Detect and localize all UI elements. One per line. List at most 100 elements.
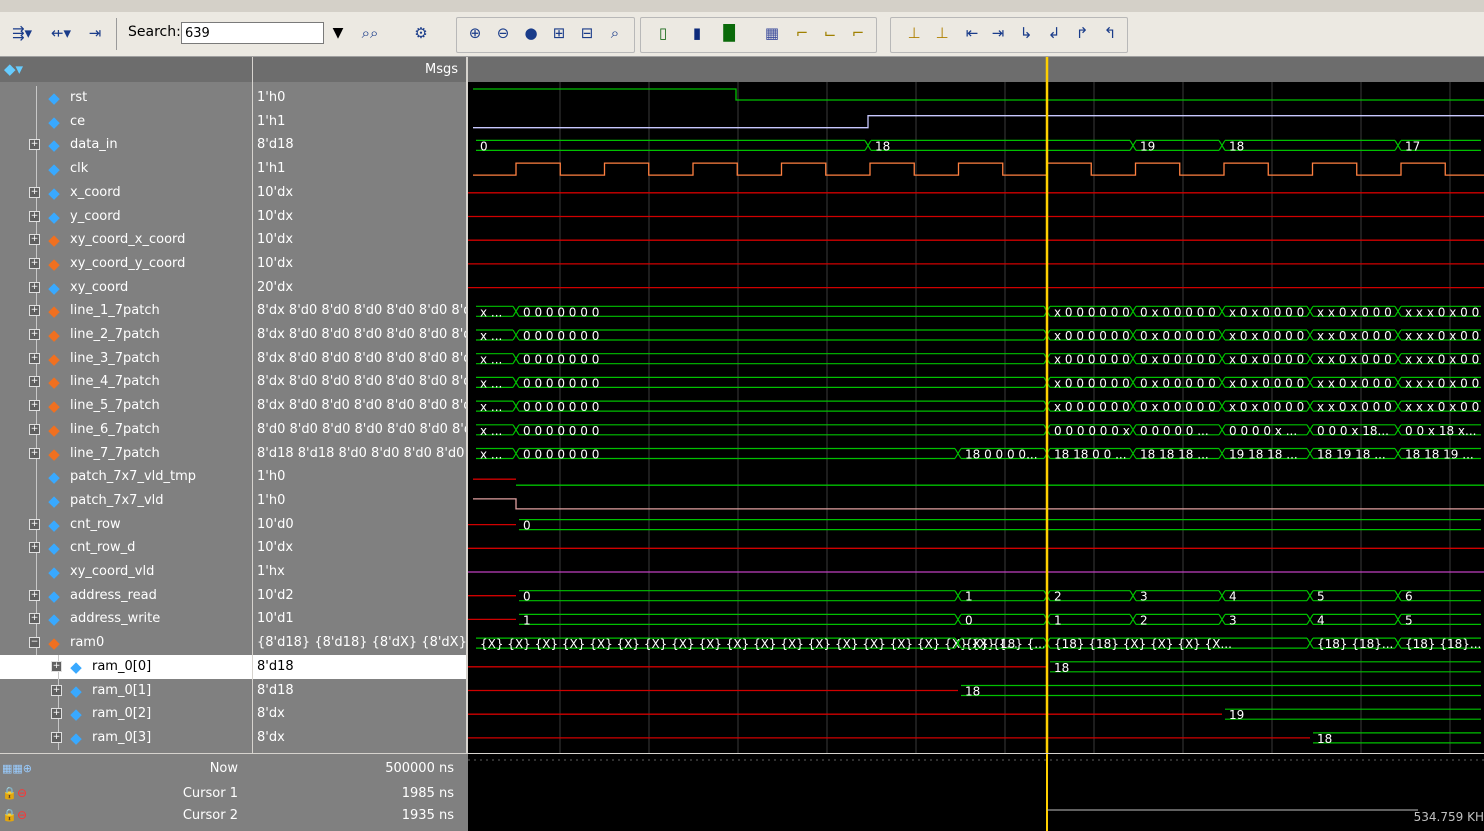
waveform-pane[interactable]: 0 18 19 18 17 x ... 0 0 0 0 0 0 0 x 0 0 0 0 0 0… [468, 57, 1484, 753]
signal-value-row[interactable]: 8'dx [253, 726, 466, 750]
signal-row[interactable]: + ◆ data_in [0, 133, 252, 158]
expand-icon[interactable]: + [29, 589, 40, 601]
step-out-icon[interactable]: ⇷▾ [44, 21, 78, 45]
signal-value-row[interactable]: 10'dx [253, 205, 466, 229]
expand-icon[interactable]: + [51, 708, 62, 720]
signal-value-row[interactable]: 1'h0 [253, 465, 466, 489]
prev-falling-icon[interactable]: ↳ [1014, 21, 1038, 45]
expand-icon[interactable]: + [29, 257, 40, 269]
signal-value-row[interactable]: 1'h1 [253, 110, 466, 134]
signal-value-row[interactable]: 8'd18 8'd18 8'd0 8'd0 8'd0 8'd0 8... [253, 442, 466, 466]
wave-background-icon[interactable]: █ [716, 21, 742, 45]
zoom-out-icon[interactable]: ⊖ [490, 21, 516, 45]
expand-icon[interactable]: + [29, 447, 40, 459]
expand-icon[interactable]: + [51, 684, 62, 696]
signal-row[interactable]: + ◆ ram_0[1] [0, 678, 252, 703]
signal-value-row[interactable]: 8'dx 8'd0 8'd0 8'd0 8'd0 8'd0 8'd0 [253, 394, 466, 418]
signal-value-row[interactable]: 1'h0 [253, 86, 466, 110]
signal-value-row[interactable]: 10'dx [253, 252, 466, 276]
signal-row[interactable]: + ◆ xy_coord_x_coord [0, 228, 252, 253]
signal-row[interactable]: ◆ patch_7x7_vld [0, 488, 252, 513]
insert-cursor-icon[interactable]: ▮ [684, 21, 710, 45]
signal-row[interactable]: + ◆ cnt_row [0, 512, 252, 537]
signal-value-row[interactable]: 20'dx [253, 276, 466, 300]
signal-value-row[interactable]: 1'h1 [253, 157, 466, 181]
wave-toolbar-icon[interactable]: ◆▾ [4, 60, 23, 78]
signal-row[interactable]: ◆ clk [0, 157, 252, 182]
signal-row[interactable]: ◆ xy_coord_vld [0, 560, 252, 584]
signal-row[interactable]: − ◆ ram0 [0, 631, 252, 656]
search-input[interactable]: 639 [181, 22, 324, 44]
next-transition-icon[interactable]: ⇥ [986, 21, 1010, 45]
signal-value-row[interactable]: 8'dx 8'd0 8'd0 8'd0 8'd0 8'd0 8'd0 [253, 347, 466, 371]
signal-row[interactable]: ◆ ce [0, 109, 252, 134]
signal-row[interactable]: + ◆ ram_0[3] [0, 725, 252, 750]
signal-row[interactable]: + ◆ ram_0[2] [0, 702, 252, 727]
expand-icon[interactable]: + [29, 376, 40, 388]
signal-value-row[interactable]: 10'd1 [253, 607, 466, 631]
expand-icon[interactable]: + [29, 234, 40, 246]
next-edge-icon[interactable]: ⊥ [930, 21, 954, 45]
edge-rise-icon[interactable]: ⌐ [790, 21, 814, 45]
signal-value-row[interactable]: 10'd0 [253, 513, 466, 537]
signal-value-row[interactable]: 8'd0 8'd0 8'd0 8'd0 8'd0 8'd0 8'dx [253, 418, 466, 442]
cursor-icon[interactable]: ▯ [650, 21, 676, 45]
signal-value-row[interactable]: 8'dx 8'd0 8'd0 8'd0 8'd0 8'd0 8'd0 [253, 299, 466, 323]
edge-any-icon[interactable]: ⌐ [846, 21, 870, 45]
signal-value-row[interactable]: 10'dx [253, 228, 466, 252]
expand-icon[interactable]: + [29, 186, 40, 198]
expand-icon[interactable]: + [29, 400, 40, 412]
signal-row[interactable]: + ◆ xy_coord_y_coord [0, 251, 252, 276]
signal-value-row[interactable]: 1'hx [253, 560, 466, 584]
signal-value-row[interactable]: 8'dx 8'd0 8'd0 8'd0 8'd0 8'd0 8'd0 [253, 323, 466, 347]
expand-icon[interactable]: + [29, 210, 40, 222]
signal-row[interactable]: + ◆ line_3_7patch [0, 346, 252, 371]
signal-row[interactable]: + ◆ ram_0[0] [0, 654, 252, 679]
cursor1-lock-icon[interactable]: 🔒⊖ [2, 786, 27, 800]
signal-value-row[interactable]: 1'h0 [253, 489, 466, 513]
zoom-find-icon[interactable]: ⌕ [602, 21, 628, 45]
expand-icon[interactable]: + [51, 660, 62, 672]
signal-value-row[interactable]: 8'dx 8'd0 8'd0 8'd0 8'd0 8'd0 8'd0 [253, 370, 466, 394]
find-icon[interactable]: ⌕⌕ [352, 21, 388, 45]
zoom-cursor-icon[interactable]: ⊞ [546, 21, 572, 45]
prev-transition-icon[interactable]: ⇤ [960, 21, 984, 45]
expand-icon[interactable]: + [29, 613, 40, 625]
step-over-icon[interactable]: ⇥ [82, 21, 108, 45]
search-dropdown-icon[interactable]: ▼ [327, 22, 349, 44]
prev-rising-icon[interactable]: ↱ [1070, 21, 1094, 45]
edge-fall-icon[interactable]: ⌙ [818, 21, 842, 45]
signal-value-row[interactable]: 10'dx [253, 181, 466, 205]
expand-icon[interactable]: + [29, 305, 40, 317]
signal-value-row[interactable]: 8'dx [253, 702, 466, 726]
next-rising-icon[interactable]: ↰ [1098, 21, 1122, 45]
signal-row[interactable]: + ◆ line_6_7patch [0, 417, 252, 442]
cursor-tools-icon[interactable]: ▦▦⊕ [2, 762, 32, 775]
expand-icon[interactable]: + [51, 731, 62, 743]
expand-icon[interactable]: + [29, 352, 40, 364]
waveform-canvas[interactable]: 0 18 19 18 17 x ... 0 0 0 0 0 0 0 x 0 0 0 0 0 0… [468, 57, 1484, 753]
signal-row[interactable]: + ◆ line_1_7patch [0, 299, 252, 324]
cursor-timeline[interactable]: 534.759 KH [468, 754, 1484, 831]
signal-row[interactable]: + ◆ line_7_7patch [0, 441, 252, 466]
expand-icon[interactable]: + [29, 281, 40, 293]
signal-value-row[interactable]: 8'd18 [253, 133, 466, 157]
signal-row[interactable]: + ◆ line_5_7patch [0, 394, 252, 419]
signal-value-row[interactable]: 10'dx [253, 536, 466, 560]
signal-row[interactable]: + ◆ y_coord [0, 204, 252, 229]
step-into-icon[interactable]: ⇶▾ [4, 21, 40, 45]
signal-row[interactable]: ◆ rst [0, 86, 252, 110]
signal-row[interactable]: + ◆ line_2_7patch [0, 323, 252, 347]
signal-row[interactable]: + ◆ x_coord [0, 180, 252, 205]
expand-icon[interactable]: + [29, 329, 40, 340]
zoom-range-icon[interactable]: ⊟ [574, 21, 600, 45]
signal-value-row[interactable]: 8'd18 [253, 654, 466, 679]
signal-row[interactable]: + ◆ address_write [0, 607, 252, 632]
cursor2-lock-icon[interactable]: 🔒⊖ [2, 808, 27, 822]
grid-icon[interactable]: ▦ [760, 21, 784, 45]
expand-icon[interactable]: + [29, 518, 40, 530]
signal-row[interactable]: + ◆ address_read [0, 583, 252, 608]
signal-value-row[interactable]: 10'd2 [253, 584, 466, 608]
prev-edge-icon[interactable]: ⊥ [902, 21, 926, 45]
settings-icon[interactable]: ⚙ [406, 21, 436, 45]
